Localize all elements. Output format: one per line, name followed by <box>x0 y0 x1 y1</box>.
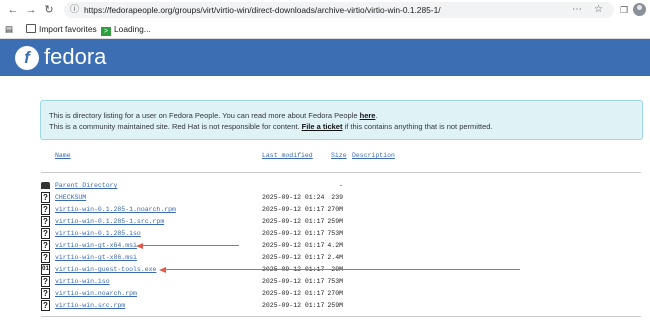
file-link[interactable]: virtio-win-0.1.285.iso <box>55 230 141 238</box>
parent-directory-link[interactable]: Parent Directory <box>55 182 117 190</box>
file-modified: 2025-09-12 01:17 <box>262 290 325 297</box>
file-modified: 2025-09-12 01:17 <box>262 278 325 285</box>
back-folder-icon <box>41 180 50 191</box>
bookmark-import-favorites[interactable]: Import favorites <box>26 23 97 35</box>
annotation-arrow-line <box>142 245 239 246</box>
url-text[interactable]: https://fedorapeople.org/groups/virt/vir… <box>84 4 441 16</box>
notice-text: This is a community maintained site. Red… <box>49 122 302 131</box>
unknown-file-icon: ? <box>41 204 50 215</box>
file-link[interactable]: virtio-win.noarch.rpm <box>55 290 137 298</box>
table-row: ? virtio-win.noarch.rpm 2025-09-12 01:17… <box>0 288 650 300</box>
extensions-icon[interactable]: ❐ <box>617 3 631 17</box>
file-modified: 2025-09-12 01:17 <box>262 230 325 237</box>
file-link[interactable]: virtio-win-guest-tools.exe <box>55 266 156 274</box>
file-modified: 2025-09-12 01:17 <box>262 206 325 213</box>
annotation-arrow-head <box>136 243 143 249</box>
info-notice: This is directory listing for a user on … <box>40 100 643 140</box>
bookmark-loading[interactable]: > Loading... <box>101 23 151 36</box>
here-link[interactable]: here <box>360 111 376 120</box>
binary-file-icon: 01 <box>41 264 50 275</box>
table-row: ? virtio-win.src.rpm 2025-09-12 01:17 25… <box>0 300 650 312</box>
notice-text: . <box>375 111 378 120</box>
file-link[interactable]: virtio-win-gt-x86.msi <box>55 254 137 262</box>
column-size[interactable]: Size <box>331 152 347 160</box>
file-modified: 2025-09-12 01:17 <box>262 218 325 225</box>
table-row: ? virtio-win-gt-x64.msi 2025-09-12 01:17… <box>0 240 650 252</box>
file-link[interactable]: virtio-win.src.rpm <box>55 302 125 310</box>
file-size: 270M <box>327 290 343 297</box>
bookmark-label: Import favorites <box>39 24 97 34</box>
refresh-icon[interactable]: ↻ <box>42 3 56 17</box>
bookmarks-bar: ▤ Import favorites > Loading... <box>0 20 650 39</box>
file-size: 753M <box>327 230 343 237</box>
file-link[interactable]: CHECKSUM <box>55 194 86 202</box>
table-row: ? virtio-win-0.1.285.iso 2025-09-12 01:1… <box>0 228 650 240</box>
folder-icon <box>26 24 36 33</box>
back-icon[interactable]: ← <box>6 3 20 17</box>
unknown-file-icon: ? <box>41 192 50 203</box>
annotation-arrow-head <box>159 267 166 273</box>
notice-line-1: This is directory listing for a user on … <box>49 111 378 121</box>
table-row: ? virtio-win.iso 2025-09-12 01:17 753M <box>0 276 650 288</box>
file-modified: 2025-09-12 01:17 <box>262 266 325 273</box>
unknown-file-icon: ? <box>41 252 50 263</box>
file-link[interactable]: virtio-win.iso <box>55 278 110 286</box>
fedora-logo-text[interactable]: fedora <box>44 44 106 70</box>
sidebar-toggle-icon[interactable]: ▤ <box>5 23 13 35</box>
file-size: 2.4M <box>327 254 343 261</box>
loading-icon: > <box>101 27 111 36</box>
file-size: 753M <box>327 278 343 285</box>
unknown-file-icon: ? <box>41 216 50 227</box>
more-options-icon[interactable]: ⋯ <box>572 4 582 16</box>
unknown-file-icon: ? <box>41 300 50 311</box>
notice-text: if this contains anything that is not pe… <box>342 122 493 131</box>
file-modified: 2025-09-12 01:24 <box>262 194 325 201</box>
annotation-arrow-line <box>165 269 520 270</box>
forward-icon[interactable]: → <box>24 3 38 17</box>
table-row: ? virtio-win-0.1.285-1.src.rpm 2025-09-1… <box>0 216 650 228</box>
file-size: - <box>339 182 343 189</box>
page-info-icon[interactable]: ⓘ <box>70 4 80 15</box>
file-size: 4.2M <box>327 242 343 249</box>
parent-directory-row: Parent Directory - <box>0 180 650 192</box>
column-name[interactable]: Name <box>55 152 71 160</box>
divider <box>41 172 641 173</box>
file-modified: 2025-09-12 01:17 <box>262 302 325 309</box>
file-size: 259M <box>327 302 343 309</box>
divider <box>41 316 641 317</box>
table-row: ? CHECKSUM 2025-09-12 01:24 239 <box>0 192 650 204</box>
table-row: ? virtio-win-0.1.285-1.noarch.rpm 2025-0… <box>0 204 650 216</box>
file-modified: 2025-09-12 01:17 <box>262 242 325 249</box>
unknown-file-icon: ? <box>41 240 50 251</box>
file-modified: 2025-09-12 01:17 <box>262 254 325 261</box>
table-row: 01 virtio-win-guest-tools.exe 2025-09-12… <box>0 264 650 276</box>
bookmark-label: Loading... <box>114 24 151 34</box>
column-description[interactable]: Description <box>352 152 395 160</box>
file-size: 239 <box>331 194 343 201</box>
table-row: ? virtio-win-gt-x86.msi 2025-09-12 01:17… <box>0 252 650 264</box>
file-ticket-link[interactable]: File a ticket <box>302 122 343 131</box>
address-bar[interactable]: ⓘ https://fedorapeople.org/groups/virt/v… <box>64 2 614 18</box>
notice-text: This is directory listing for a user on … <box>49 111 360 120</box>
file-size: 29M <box>331 266 343 273</box>
column-last-modified[interactable]: Last modified <box>262 152 313 160</box>
unknown-file-icon: ? <box>41 276 50 287</box>
file-link[interactable]: virtio-win-gt-x64.msi <box>55 242 137 250</box>
file-size: 259M <box>327 218 343 225</box>
profile-avatar[interactable] <box>633 3 646 16</box>
browser-toolbar: ← → ↻ ⓘ https://fedorapeople.org/groups/… <box>0 0 650 20</box>
fedora-logo-glyph: f <box>24 48 30 67</box>
file-link[interactable]: virtio-win-0.1.285-1.src.rpm <box>55 218 164 226</box>
notice-line-2: This is a community maintained site. Red… <box>49 122 493 132</box>
unknown-file-icon: ? <box>41 288 50 299</box>
unknown-file-icon: ? <box>41 228 50 239</box>
file-size: 270M <box>327 206 343 213</box>
file-link[interactable]: virtio-win-0.1.285-1.noarch.rpm <box>55 206 176 214</box>
favorite-star-icon[interactable]: ☆ <box>594 4 603 16</box>
